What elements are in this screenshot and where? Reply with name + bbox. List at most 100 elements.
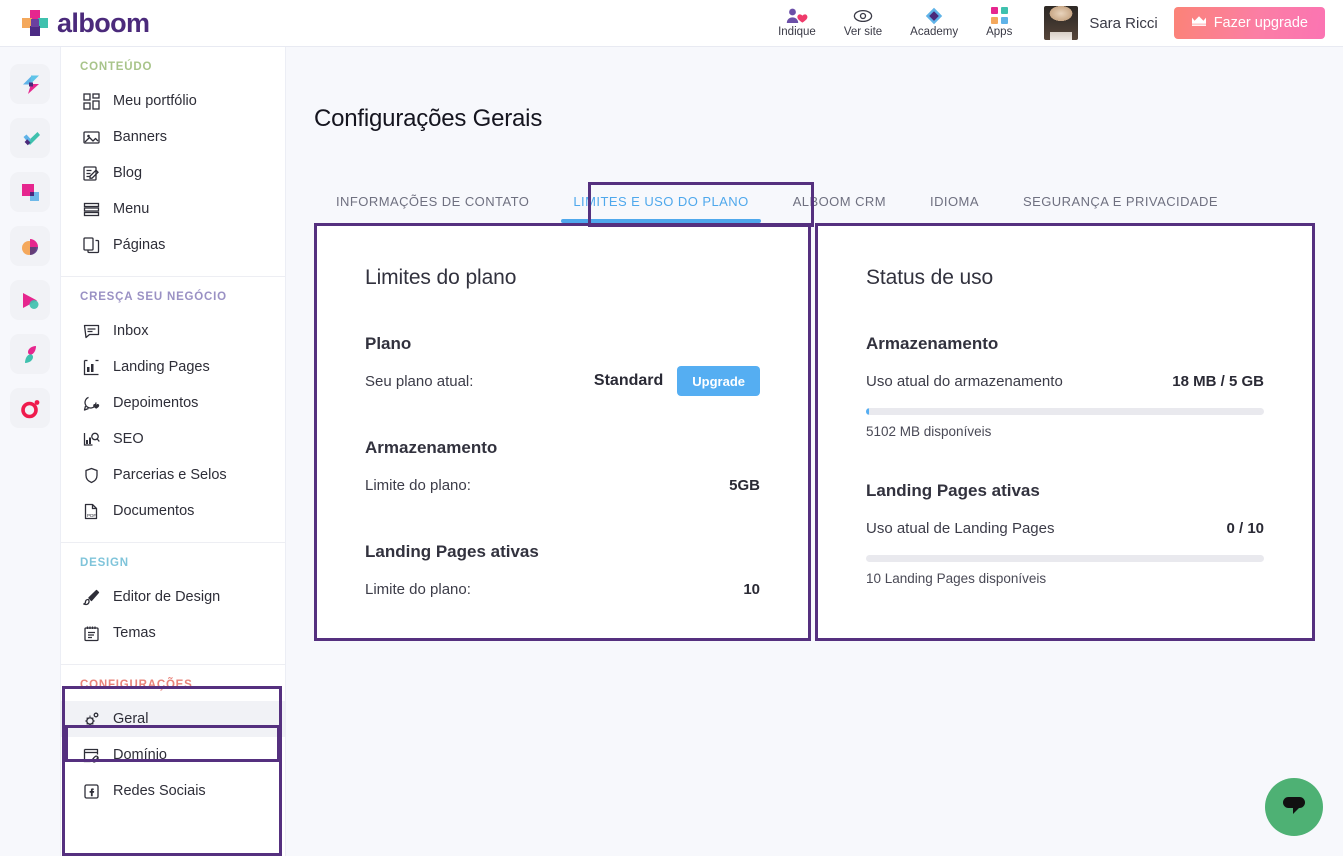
top-action-label: Ver site — [843, 26, 883, 39]
gear-icon — [82, 710, 101, 729]
top-actions: Indique Ver site Academy Apps Sara Ricci… — [764, 0, 1343, 47]
sidebar-item-label: Geral — [113, 711, 149, 727]
sidebar-item-label: Páginas — [113, 237, 166, 253]
sidebar-group-title: DESIGN — [80, 557, 129, 569]
sidebar-item-dominio[interactable]: Domínio — [61, 737, 285, 773]
rail-icon-play[interactable] — [10, 280, 50, 320]
storage-usage-row: Uso atual do armazenamento 18 MB / 5 GB — [866, 366, 1264, 396]
tab-informacoes-de-contato[interactable]: INFORMAÇÕES DE CONTATO — [314, 194, 551, 223]
plan-row-value-group: Standard Upgrade — [594, 366, 760, 396]
rail-icon-pie[interactable] — [10, 226, 50, 266]
landing-progress-bar — [866, 555, 1264, 562]
sidebar-item-label: Landing Pages — [113, 359, 210, 375]
top-action-label: Academy — [910, 26, 959, 39]
brand-name: alboom — [57, 7, 150, 38]
section-title: Armazenamento — [866, 334, 999, 353]
section-landing-pages-uso: Landing Pages ativas Uso atual de Landin… — [866, 481, 1264, 586]
storage-progress-fill — [866, 408, 869, 415]
sidebar-item-parcerias-e-selos[interactable]: Parcerias e Selos — [61, 457, 285, 493]
storage-limit-row: Limite do plano: 5GB — [365, 470, 760, 500]
page-title: Configurações Gerais — [314, 105, 543, 132]
badge-icon — [82, 466, 101, 485]
pdf-icon: PDF — [82, 502, 101, 521]
layout-icon — [82, 92, 101, 111]
sidebar-item-menu[interactable]: Menu — [61, 191, 285, 227]
sidebar-item-label: Banners — [113, 129, 168, 145]
chat-support-button[interactable] — [1265, 778, 1323, 836]
eye-icon — [853, 7, 873, 24]
sidebar-item-label: Meu portfólio — [113, 93, 197, 109]
section-armazenamento-uso: Armazenamento Uso atual do armazenamento… — [866, 334, 1264, 439]
sidebar-item-label: Editor de Design — [113, 589, 221, 605]
sidebar-item-label: Blog — [113, 165, 143, 181]
sidebar-item-depoimentos[interactable]: Depoimentos — [61, 385, 285, 421]
section-title: Armazenamento — [365, 438, 498, 457]
sidebar-item-meu-portfolio[interactable]: Meu portfólio — [61, 83, 285, 119]
top-action-indique[interactable]: Indique — [764, 0, 830, 47]
main-content: Configurações Gerais INFORMAÇÕES DE CONT… — [286, 47, 1343, 856]
rail-icon-flash[interactable] — [10, 64, 50, 104]
section-title: Landing Pages ativas — [365, 542, 539, 561]
alboom-logo-icon — [22, 10, 48, 36]
rail-icon-check[interactable] — [10, 118, 50, 158]
landing-limit-label: Limite do plano: — [365, 580, 471, 598]
sidebar-item-landing-pages[interactable]: Landing Pages — [61, 349, 285, 385]
sidebar-item-paginas[interactable]: Páginas — [61, 227, 285, 263]
sidebar-item-documentos[interactable]: PDF Documentos — [61, 493, 285, 529]
brush-icon — [82, 588, 101, 607]
crown-icon — [1191, 15, 1207, 31]
fazer-upgrade-label: Fazer upgrade — [1213, 15, 1308, 31]
landing-available-note: 10 Landing Pages disponíveis — [866, 571, 1047, 586]
rail-icon-leaf[interactable] — [10, 334, 50, 374]
top-action-ver-site[interactable]: Ver site — [830, 0, 896, 47]
sidebar-item-label: Temas — [113, 625, 156, 641]
pages-icon — [82, 236, 101, 255]
sidebar-item-banners[interactable]: Banners — [61, 119, 285, 155]
brand-logo[interactable]: alboom — [22, 7, 150, 39]
settings-tabs: INFORMAÇÕES DE CONTATO LIMITES E USO DO … — [314, 178, 1343, 223]
tab-limites-e-uso-do-plano[interactable]: LIMITES E USO DO PLANO — [551, 194, 770, 223]
card-heading: Limites do plano — [365, 266, 517, 289]
top-action-label: Apps — [986, 26, 1013, 39]
tab-alboom-crm[interactable]: ALBOOM CRM — [771, 194, 908, 223]
tab-idioma[interactable]: IDIOMA — [908, 194, 1001, 223]
storage-limit-label: Limite do plano: — [365, 476, 471, 494]
sidebar-item-geral[interactable]: Geral — [61, 701, 285, 737]
user-menu[interactable]: Sara Ricci — [1026, 6, 1173, 40]
sidebar-group-title: CONFIGURAÇÕES — [80, 679, 193, 691]
section-plano: Plano Seu plano atual: Standard Upgrade — [365, 334, 760, 396]
product-icon-rail — [0, 47, 61, 856]
rail-icon-squares[interactable] — [10, 172, 50, 212]
sidebar-item-editor-de-design[interactable]: Editor de Design — [61, 579, 285, 615]
sidebar-item-redes-sociais[interactable]: Redes Sociais — [61, 773, 285, 809]
plan-upgrade-button[interactable]: Upgrade — [677, 366, 760, 396]
storage-limit-value: 5GB — [729, 476, 760, 494]
sidebar-item-temas[interactable]: Temas — [61, 615, 285, 651]
fazer-upgrade-button[interactable]: Fazer upgrade — [1173, 7, 1325, 39]
cards-row: Limites do plano Plano Seu plano atual: … — [314, 223, 1343, 641]
user-name: Sara Ricci — [1089, 14, 1158, 32]
rail-icon-target[interactable] — [10, 388, 50, 428]
sidebar-item-blog[interactable]: Blog — [61, 155, 285, 191]
top-action-apps[interactable]: Apps — [972, 0, 1026, 47]
section-armazenamento-limite: Armazenamento Limite do plano: 5GB — [365, 438, 760, 500]
sidebar-group-cresca-seu-negocio: CRESÇA SEU NEGÓCIO Inbox Landing Pages D… — [61, 276, 285, 542]
section-title: Landing Pages ativas — [866, 481, 1040, 500]
landing-limit-row: Limite do plano: 10 — [365, 574, 760, 604]
domain-link-icon — [82, 746, 101, 765]
avatar — [1044, 6, 1079, 40]
notepad-icon — [82, 624, 101, 643]
sidebar-item-seo[interactable]: SEO — [61, 421, 285, 457]
sidebar-group-conteudo: CONTEÚDO Meu portfólio Banners Blog Menu… — [61, 47, 285, 276]
tab-seguranca-e-privacidade[interactable]: SEGURANÇA E PRIVACIDADE — [1001, 194, 1240, 223]
chat-heart-icon — [82, 394, 101, 413]
landing-limit-value: 10 — [743, 580, 760, 598]
current-plan-name: Standard — [593, 372, 664, 389]
image-icon — [82, 128, 101, 147]
lines-icon — [82, 200, 101, 219]
sidebar-item-inbox[interactable]: Inbox — [61, 313, 285, 349]
sidebar-item-label: Redes Sociais — [113, 783, 206, 799]
landing-usage-row: Uso atual de Landing Pages 0 / 10 — [866, 513, 1264, 543]
sidebar-item-label: Documentos — [113, 503, 195, 519]
top-action-academy[interactable]: Academy — [896, 0, 972, 47]
